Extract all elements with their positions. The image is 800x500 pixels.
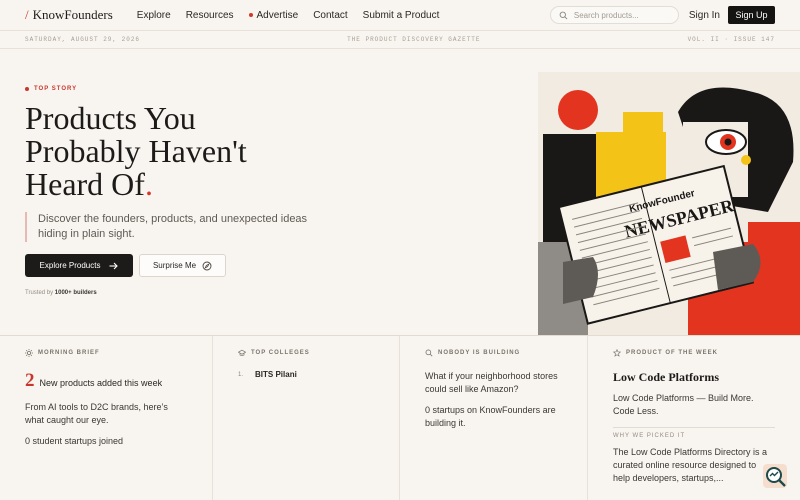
surprise-me-label: Surprise Me <box>152 261 197 270</box>
hero-headline: Products You Probably Haven't Heard Of. <box>25 102 345 201</box>
top-story-text: TOP STORY <box>34 86 78 92</box>
search-fab-icon[interactable] <box>762 463 788 489</box>
search-icon <box>559 11 568 19</box>
product-of-week-label-text: PRODUCT OF THE WEEK <box>626 350 718 356</box>
trusted-by: Trusted by 1000+ builders <box>25 290 97 296</box>
headline-line-3: Heard Of <box>25 166 145 202</box>
arrow-right-icon <box>109 262 119 269</box>
nobody-building-answer: 0 startups on KnowFounders are building … <box>425 405 556 428</box>
advertise-dot-icon <box>248 13 253 17</box>
hero-section: TOP STORY Products You Probably Haven't … <box>0 50 800 335</box>
headline-dot: . <box>144 166 153 202</box>
nav-link-contact[interactable]: Contact <box>313 10 347 21</box>
morning-brief-card[interactable]: MORNING BRIEF 2 New products added this … <box>0 336 213 500</box>
hero-illustration: KnowFounder NEWSPAPER <box>538 72 800 335</box>
sign-in-link[interactable]: Sign In <box>689 10 720 21</box>
compass-icon <box>202 261 212 270</box>
brand-logo[interactable]: / KnowFounders <box>25 7 113 23</box>
product-of-week-title[interactable]: Low Code Platforms <box>613 370 775 385</box>
top-colleges-card: TOP COLLEGES 1. BITS Pilani <box>213 336 400 500</box>
top-story-dot-icon <box>25 87 29 91</box>
morning-brief-label: MORNING BRIEF <box>25 349 187 357</box>
student-startups-text: 0 student startups joined <box>25 436 124 446</box>
new-products-count: 2 <box>25 370 35 391</box>
search-box <box>549 6 679 24</box>
star-icon <box>613 349 621 357</box>
search-input[interactable] <box>573 10 669 20</box>
headline-line-1: Products You <box>25 100 196 136</box>
nobody-building-label: NOBODY IS BUILDING <box>425 349 562 357</box>
why-we-picked-text: The Low Code Platforms Directory is a cu… <box>613 447 768 483</box>
explore-products-label: Explore Products <box>39 261 101 270</box>
nav-link-advertise-label: Advertise <box>256 9 299 21</box>
product-of-week-label: PRODUCT OF THE WEEK <box>613 349 775 357</box>
explore-products-button[interactable]: Explore Products <box>25 254 133 277</box>
top-colleges-label: TOP COLLEGES <box>238 349 374 357</box>
search-icon <box>425 349 433 357</box>
nav-link-advertise[interactable]: Advertise <box>248 9 299 21</box>
why-we-picked-label: WHY WE PICKED IT <box>613 433 686 439</box>
morning-brief-label-text: MORNING BRIEF <box>38 350 100 356</box>
new-products-stat: 2 New products added this week <box>25 370 187 392</box>
sign-up-button[interactable]: Sign Up <box>728 6 775 24</box>
top-story-label: TOP STORY <box>25 86 77 92</box>
headline-line-2: Probably Haven't <box>25 133 247 169</box>
nav-right: Sign In Sign Up <box>549 6 775 24</box>
logo-slash: / <box>25 7 29 22</box>
college-rank: 1. <box>238 371 244 378</box>
college-list-item[interactable]: 1. BITS Pilani <box>238 370 374 379</box>
nav-link-explore[interactable]: Explore <box>137 10 171 21</box>
divider <box>613 427 775 428</box>
brand-name: KnowFounders <box>32 7 113 22</box>
nav-link-resources[interactable]: Resources <box>186 10 234 21</box>
nobody-building-card[interactable]: NOBODY IS BUILDING What if your neighbor… <box>400 336 588 500</box>
gazette-date: SATURDAY, AUGUST 29, 2026 <box>25 36 141 43</box>
gazette-title: THE PRODUCT DISCOVERY GAZETTE <box>347 36 481 43</box>
sun-icon <box>25 349 33 357</box>
nobody-building-question: What if your neighborhood stores could s… <box>425 371 558 394</box>
gazette-issue: VOL. II · ISSUE 147 <box>687 36 775 43</box>
hero-subtitle: Discover the founders, products, and une… <box>25 212 315 242</box>
feature-cards: MORNING BRIEF 2 New products added this … <box>0 335 800 500</box>
product-of-week-desc: Low Code Platforms — Build More. Code Le… <box>613 393 754 416</box>
graduation-cap-icon <box>238 349 246 356</box>
college-name: BITS Pilani <box>255 370 297 379</box>
nav-links: Explore Resources Advertise Contact Subm… <box>137 10 455 21</box>
nav-link-submit[interactable]: Submit a Product <box>363 10 440 21</box>
nobody-building-label-text: NOBODY IS BUILDING <box>438 350 521 356</box>
trusted-count: 1000+ builders <box>54 290 97 296</box>
morning-brief-text: From AI tools to D2C brands, here’s what… <box>25 402 168 425</box>
gazette-bar: SATURDAY, AUGUST 29, 2026 THE PRODUCT DI… <box>0 31 800 49</box>
surprise-me-button[interactable]: Surprise Me <box>139 254 226 277</box>
top-colleges-label-text: TOP COLLEGES <box>251 350 310 356</box>
product-of-week-card[interactable]: PRODUCT OF THE WEEK Low Code Platforms L… <box>588 336 800 500</box>
top-nav: / KnowFounders Explore Resources Adverti… <box>0 0 800 31</box>
trusted-prefix: Trusted by <box>25 290 54 296</box>
new-products-text: New products added this week <box>39 378 163 388</box>
newspaper-reader-illustration: KnowFounder NEWSPAPER <box>538 72 800 335</box>
